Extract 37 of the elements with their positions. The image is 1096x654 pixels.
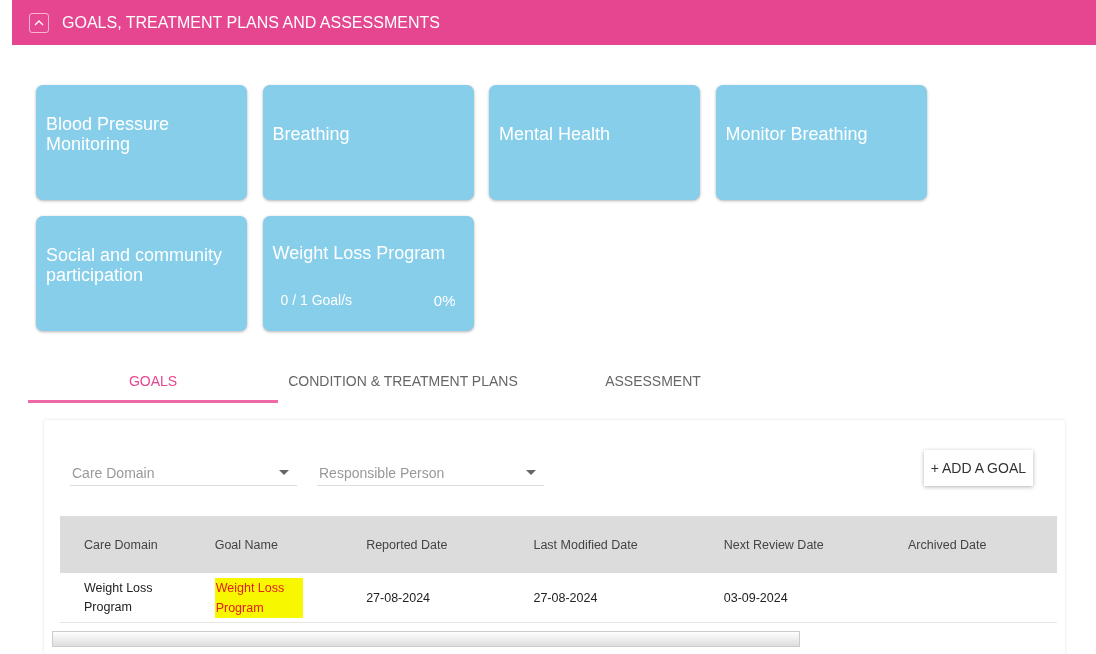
card-title: Social and community participation [46,245,224,285]
care-domain-card[interactable]: Blood Pressure Monitoring [36,85,247,200]
care-domain-card[interactable]: Breathing [262,85,474,200]
card-title: Breathing [272,124,351,144]
card-title: Blood Pressure Monitoring [46,114,171,154]
add-goal-button[interactable]: + ADD A GOAL [923,450,1033,486]
goal-name-link[interactable]: Weight Loss Program [214,577,303,618]
care-domain-card[interactable]: Social and community participation [36,216,247,331]
horizontal-scrollbar[interactable] [52,631,800,647]
column-header: Archived Date [908,516,1057,573]
progress-percent: 0% [433,292,456,309]
care-domain-card[interactable]: Mental Health [489,85,700,200]
column-header: Next Review Date [723,516,908,573]
column-header: Reported Date [366,516,534,573]
card-title: Weight Loss Program [272,243,447,263]
care-domain-card[interactable]: Monitor Breathing [715,85,927,200]
dropdown-caret-icon [526,470,536,475]
dropdown-caret-icon [279,470,289,475]
tab[interactable]: CONDITION & TREATMENT PLANS [278,365,528,403]
column-header: Goal Name [214,516,367,573]
collapse-toggle-button[interactable] [29,12,49,33]
goal-count: 0 / 1 Goal/s [280,292,353,309]
chevron-up-icon [34,19,44,26]
section-title: GOALS, TREATMENT PLANS AND ASSESSMENTS [62,13,440,32]
tab[interactable]: GOALS [28,365,278,403]
column-header: Last Modified Date [533,516,724,573]
tab[interactable]: ASSESSMENT [528,365,778,403]
card-title: Mental Health [499,124,612,144]
table-cell: 27-08-2024 [366,573,534,623]
column-header: Care Domain [60,516,215,573]
card-title: Monitor Breathing [725,124,869,144]
table-cell: 27-08-2024 [533,573,724,623]
table-cell: Weight Loss Program [60,573,215,623]
dropdown-field[interactable]: Responsible Person [317,450,544,486]
table-cell: 03-09-2024 [723,573,908,623]
care-domain-card[interactable]: Weight Loss Program 0 / 1 Goal/s 0% [262,216,474,331]
dropdown-field[interactable]: Care Domain [70,450,297,486]
